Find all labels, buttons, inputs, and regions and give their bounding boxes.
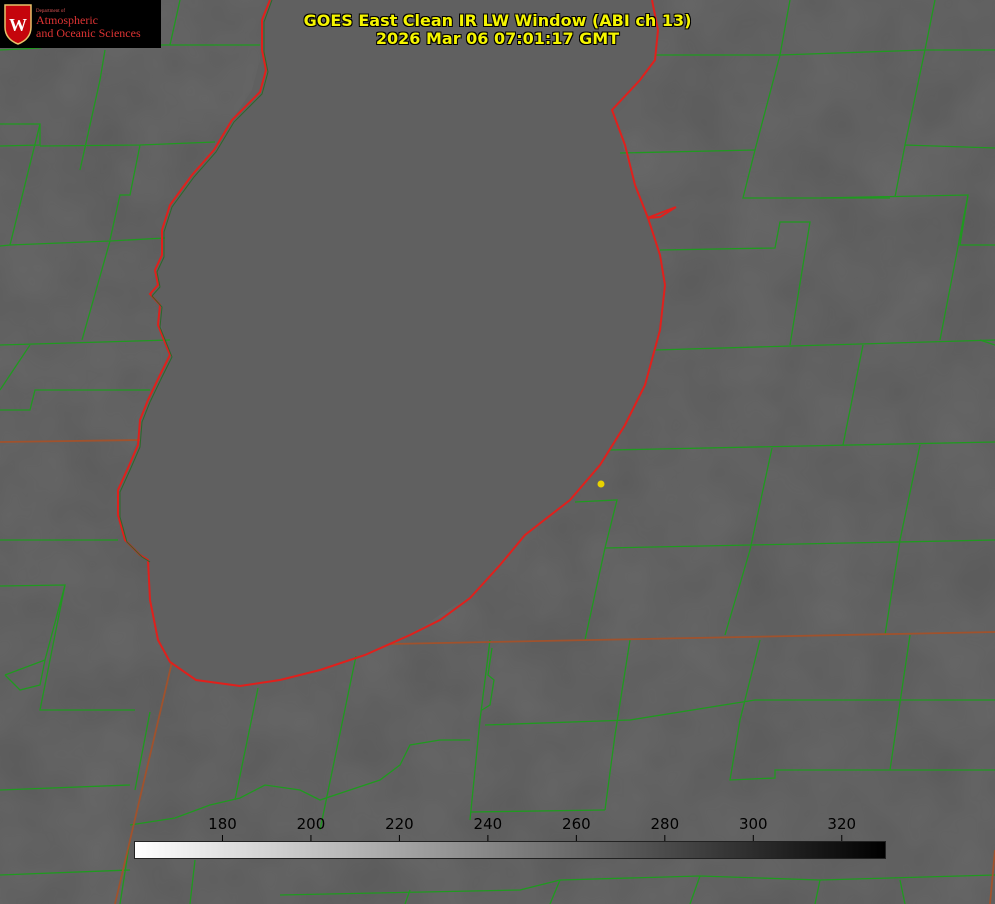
logo-text: Department of Atmospheric and Oceanic Sc… xyxy=(36,9,141,39)
colorbar-tick-label: 240 xyxy=(473,815,503,833)
uw-aos-logo[interactable]: W Department of Atmospheric and Oceanic … xyxy=(0,0,161,48)
colorbar-labels: 180 200 220 240 260 280 300 320 xyxy=(0,815,995,835)
logo-line-2: and Oceanic Sciences xyxy=(36,25,141,40)
colorbar-tick-label: 280 xyxy=(650,815,680,833)
colorbar-tick-label: 260 xyxy=(562,815,591,833)
location-marker[interactable] xyxy=(597,480,605,488)
satellite-map[interactable] xyxy=(0,0,995,904)
colorbar-tick-label: 300 xyxy=(738,815,768,833)
colorbar-tick-label: 180 xyxy=(208,815,237,833)
colorbar-tick-label: 320 xyxy=(827,815,857,833)
logo-line-1: Atmospheric xyxy=(36,13,98,28)
uw-seal-icon: W xyxy=(4,4,32,45)
colorbar-tick-label: 220 xyxy=(385,815,414,833)
colorbar-tick-label: 200 xyxy=(296,815,326,833)
satellite-viewer: W Department of Atmospheric and Oceanic … xyxy=(0,0,995,904)
svg-text:W: W xyxy=(9,15,27,35)
colorbar xyxy=(134,841,886,859)
